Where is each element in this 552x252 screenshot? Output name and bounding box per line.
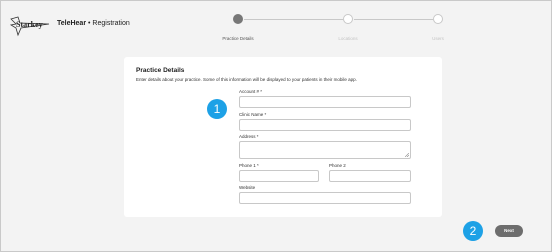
website-label: Website	[239, 185, 256, 190]
phone2-field[interactable]	[329, 170, 411, 182]
address-field[interactable]	[239, 141, 411, 159]
step-3-indicator	[433, 14, 443, 24]
step-1-indicator	[233, 14, 243, 24]
logo-text: Starkey	[16, 20, 43, 29]
app-title: TeleHear • Registration	[57, 20, 130, 27]
step-3-label: Users	[432, 36, 444, 41]
step-connector	[354, 19, 433, 20]
account-label: Account # *	[239, 89, 263, 94]
phone1-label: Phone 1 *	[239, 163, 259, 168]
page-frame: Starkey TeleHear • Registration Practice…	[0, 0, 552, 252]
step-badge-1: 1	[207, 99, 227, 119]
clinic-name-label: Clinic Name *	[239, 112, 267, 117]
clinic-name-field[interactable]	[239, 119, 411, 131]
form-description: Enter details about your practice. Some …	[136, 77, 357, 82]
address-label: Address *	[239, 134, 259, 139]
practice-details-card: Practice Details Enter details about you…	[124, 57, 442, 217]
step-1-label: Practice Details	[222, 36, 254, 41]
next-button[interactable]: Next	[495, 225, 523, 237]
resize-handle-icon[interactable]	[405, 153, 409, 157]
registration-stepper: Practice Details Locations Users	[222, 14, 448, 44]
website-field[interactable]	[239, 192, 411, 204]
phone2-label: Phone 2	[329, 163, 346, 168]
title-separator: •	[88, 20, 91, 27]
starkey-logo: Starkey	[9, 15, 51, 37]
account-field[interactable]	[239, 96, 411, 108]
step-badge-2: 2	[463, 221, 483, 241]
section-name: Registration	[92, 20, 130, 27]
app-header: Starkey TeleHear • Registration	[9, 13, 130, 37]
step-connector	[244, 19, 343, 20]
step-2-indicator	[343, 14, 353, 24]
form-title: Practice Details	[136, 67, 185, 74]
app-name: TeleHear	[57, 20, 87, 27]
phone1-field[interactable]	[239, 170, 319, 182]
step-2-label: Locations	[338, 36, 358, 41]
